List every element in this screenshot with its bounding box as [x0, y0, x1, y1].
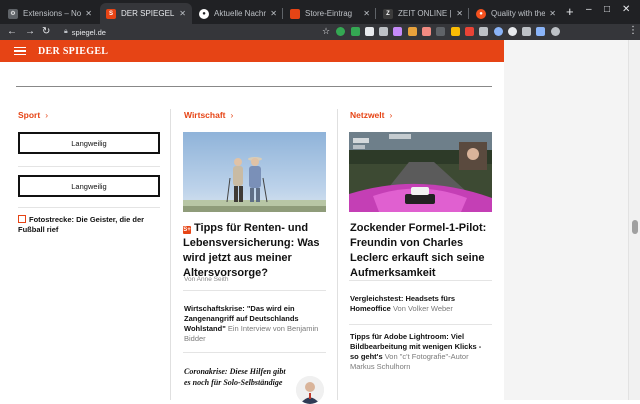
divider: [183, 290, 326, 291]
extension-icons: ☆: [322, 27, 565, 36]
minimize-icon[interactable]: –: [586, 4, 592, 15]
extension-letter-icon[interactable]: [364, 27, 374, 36]
spiegel-plus-icon: S+: [183, 226, 191, 234]
tab-title: DER SPIEGEL | Onl: [121, 9, 175, 18]
profile-avatar-icon[interactable]: [550, 27, 560, 36]
headline-text: Tipps für Renten- und Lebensversicherung…: [183, 222, 320, 279]
quality-favicon-icon: ●: [476, 8, 486, 19]
extension-blue-icon[interactable]: [493, 27, 503, 36]
kebab-menu-icon[interactable]: ⋮: [628, 25, 638, 36]
store-favicon-icon: [290, 8, 300, 19]
langweilig-button[interactable]: Langweilig: [18, 175, 160, 197]
chevron-right-icon: ›: [230, 110, 234, 120]
spiegel-header: DER SPIEGEL: [0, 40, 504, 62]
tab-title: ZEIT ONLINE | Na: [398, 9, 452, 18]
scrollbar-thumb[interactable]: [632, 220, 638, 234]
column-divider: [337, 109, 338, 400]
extension-shield-icon[interactable]: [536, 27, 546, 36]
hamburger-menu-icon[interactable]: [14, 46, 26, 56]
chevron-right-icon: ›: [389, 110, 393, 120]
divider: [349, 280, 492, 281]
close-icon[interactable]: ✕: [179, 9, 186, 18]
divider: [18, 166, 160, 167]
extension-pink-icon[interactable]: [422, 27, 432, 36]
chevron-right-icon: ›: [45, 110, 49, 120]
zeit-favicon-icon: Z: [383, 8, 393, 19]
byline: Von Anne Seith: [184, 276, 229, 283]
netzwelt-lead-headline[interactable]: Zockender Formel-1-Pilot: Freundin von C…: [350, 221, 495, 281]
url-text: spiegel.de: [71, 27, 106, 37]
right-margin: [504, 40, 628, 400]
tab-title: Store-Eintrag: [305, 9, 353, 18]
address-bar[interactable]: 🔒︎ spiegel.de: [64, 25, 314, 39]
tab-extensions[interactable]: ⚙ Extensions – No S ✕: [2, 3, 98, 24]
extension-feather-icon[interactable]: [379, 27, 389, 36]
section-heading-label: Netzwelt: [350, 110, 385, 120]
close-icon[interactable]: ✕: [549, 9, 556, 18]
close-icon[interactable]: ✕: [363, 9, 370, 18]
divider: [18, 207, 160, 208]
formula-one-game-image[interactable]: [349, 132, 492, 212]
spiegel-favicon-icon: S: [106, 8, 116, 19]
back-arrow-icon[interactable]: ←: [7, 25, 17, 39]
column-divider: [170, 109, 171, 400]
tab-strip: ⚙ Extensions – No S ✕ S DER SPIEGEL | On…: [0, 0, 640, 24]
extension-yellow-icon[interactable]: [450, 27, 460, 36]
extension-red-icon[interactable]: [464, 27, 474, 36]
author-text: Von Volker Weber: [392, 304, 453, 313]
tab-spiegel[interactable]: S DER SPIEGEL | Onl ✕: [100, 3, 192, 24]
elderly-couple-image[interactable]: [183, 132, 326, 212]
tab-title: Quality with the s: [491, 9, 546, 18]
extension-dark-icon[interactable]: [436, 27, 446, 36]
extension-orange-icon[interactable]: [407, 27, 417, 36]
langweilig-button[interactable]: Langweilig: [18, 132, 160, 154]
spiegel-logo[interactable]: DER SPIEGEL: [38, 46, 108, 57]
close-icon[interactable]: ✕: [456, 9, 463, 18]
extension-evernote-icon[interactable]: [350, 27, 360, 36]
close-icon[interactable]: ✕: [270, 9, 277, 18]
section-heading-sport[interactable]: Sport ›: [18, 110, 48, 120]
reload-icon[interactable]: ↻: [42, 25, 50, 39]
news-favicon-icon: ●: [199, 8, 209, 19]
close-icon[interactable]: ✕: [85, 9, 92, 18]
extension-white-circle-icon[interactable]: [507, 27, 517, 36]
maximize-icon[interactable]: □: [604, 4, 610, 15]
tab-aktuelle-nachrichten[interactable]: ● Aktuelle Nachrich ✕: [193, 3, 283, 24]
tab-quality[interactable]: ● Quality with the s ✕: [470, 3, 562, 24]
netzwelt-headline-link[interactable]: Tipps für Adobe Lightroom: Viel Bildbear…: [350, 332, 490, 372]
extension-grey-icon[interactable]: [479, 27, 489, 36]
forward-arrow-icon[interactable]: →: [25, 25, 35, 39]
new-tab-plus-icon[interactable]: +: [566, 5, 574, 18]
netzwelt-headline-link[interactable]: Vergleichstest: Headsets fürs Homeoffice…: [350, 294, 490, 314]
gallery-icon: [18, 215, 26, 223]
divider: [349, 324, 492, 325]
window-close-icon[interactable]: ✕: [622, 4, 630, 15]
section-heading-label: Sport: [18, 110, 41, 120]
lock-icon: 🔒︎: [64, 28, 68, 35]
extension-puzzle-icon[interactable]: [522, 27, 532, 36]
sport-headline-link[interactable]: Fotostrecke: Die Geister, die der Fußbal…: [18, 215, 160, 235]
extension-purple-icon[interactable]: [393, 27, 403, 36]
headline-text: Fotostrecke: Die Geister, die der Fußbal…: [18, 215, 145, 234]
tab-title: Aktuelle Nachrich: [214, 9, 267, 18]
browser-toolbar: ← → ↻ 🔒︎ spiegel.de ☆ ⋮: [0, 24, 640, 40]
star-bookmark-icon[interactable]: ☆: [322, 27, 331, 36]
extensions-favicon-icon: ⚙: [8, 8, 18, 19]
wirtschaft-headline-link[interactable]: Coronakrise: Diese Hilfen gibt es noch f…: [184, 366, 294, 388]
tab-title: Extensions – No S: [23, 9, 82, 18]
tab-zeit-online[interactable]: Z ZEIT ONLINE | Na ✕: [377, 3, 469, 24]
section-heading-label: Wirtschaft: [184, 110, 226, 120]
tab-store-eintrag[interactable]: Store-Eintrag ✕: [284, 3, 376, 24]
wirtschaft-headline-link[interactable]: Wirtschaftskrise: "Das wird ein Zangenan…: [184, 304, 324, 344]
section-heading-wirtschaft[interactable]: Wirtschaft ›: [184, 110, 233, 120]
wirtschaft-lead-headline[interactable]: S+ Tipps für Renten- und Lebensversicheru…: [183, 221, 328, 281]
section-divider: [16, 86, 492, 87]
page-scrollbar[interactable]: [628, 40, 640, 400]
extension-green-icon[interactable]: [336, 27, 346, 36]
section-heading-netzwelt[interactable]: Netzwelt ›: [350, 110, 392, 120]
page-content: DER SPIEGEL Sport › Langweilig Langweilig…: [0, 40, 640, 404]
divider: [183, 352, 326, 353]
